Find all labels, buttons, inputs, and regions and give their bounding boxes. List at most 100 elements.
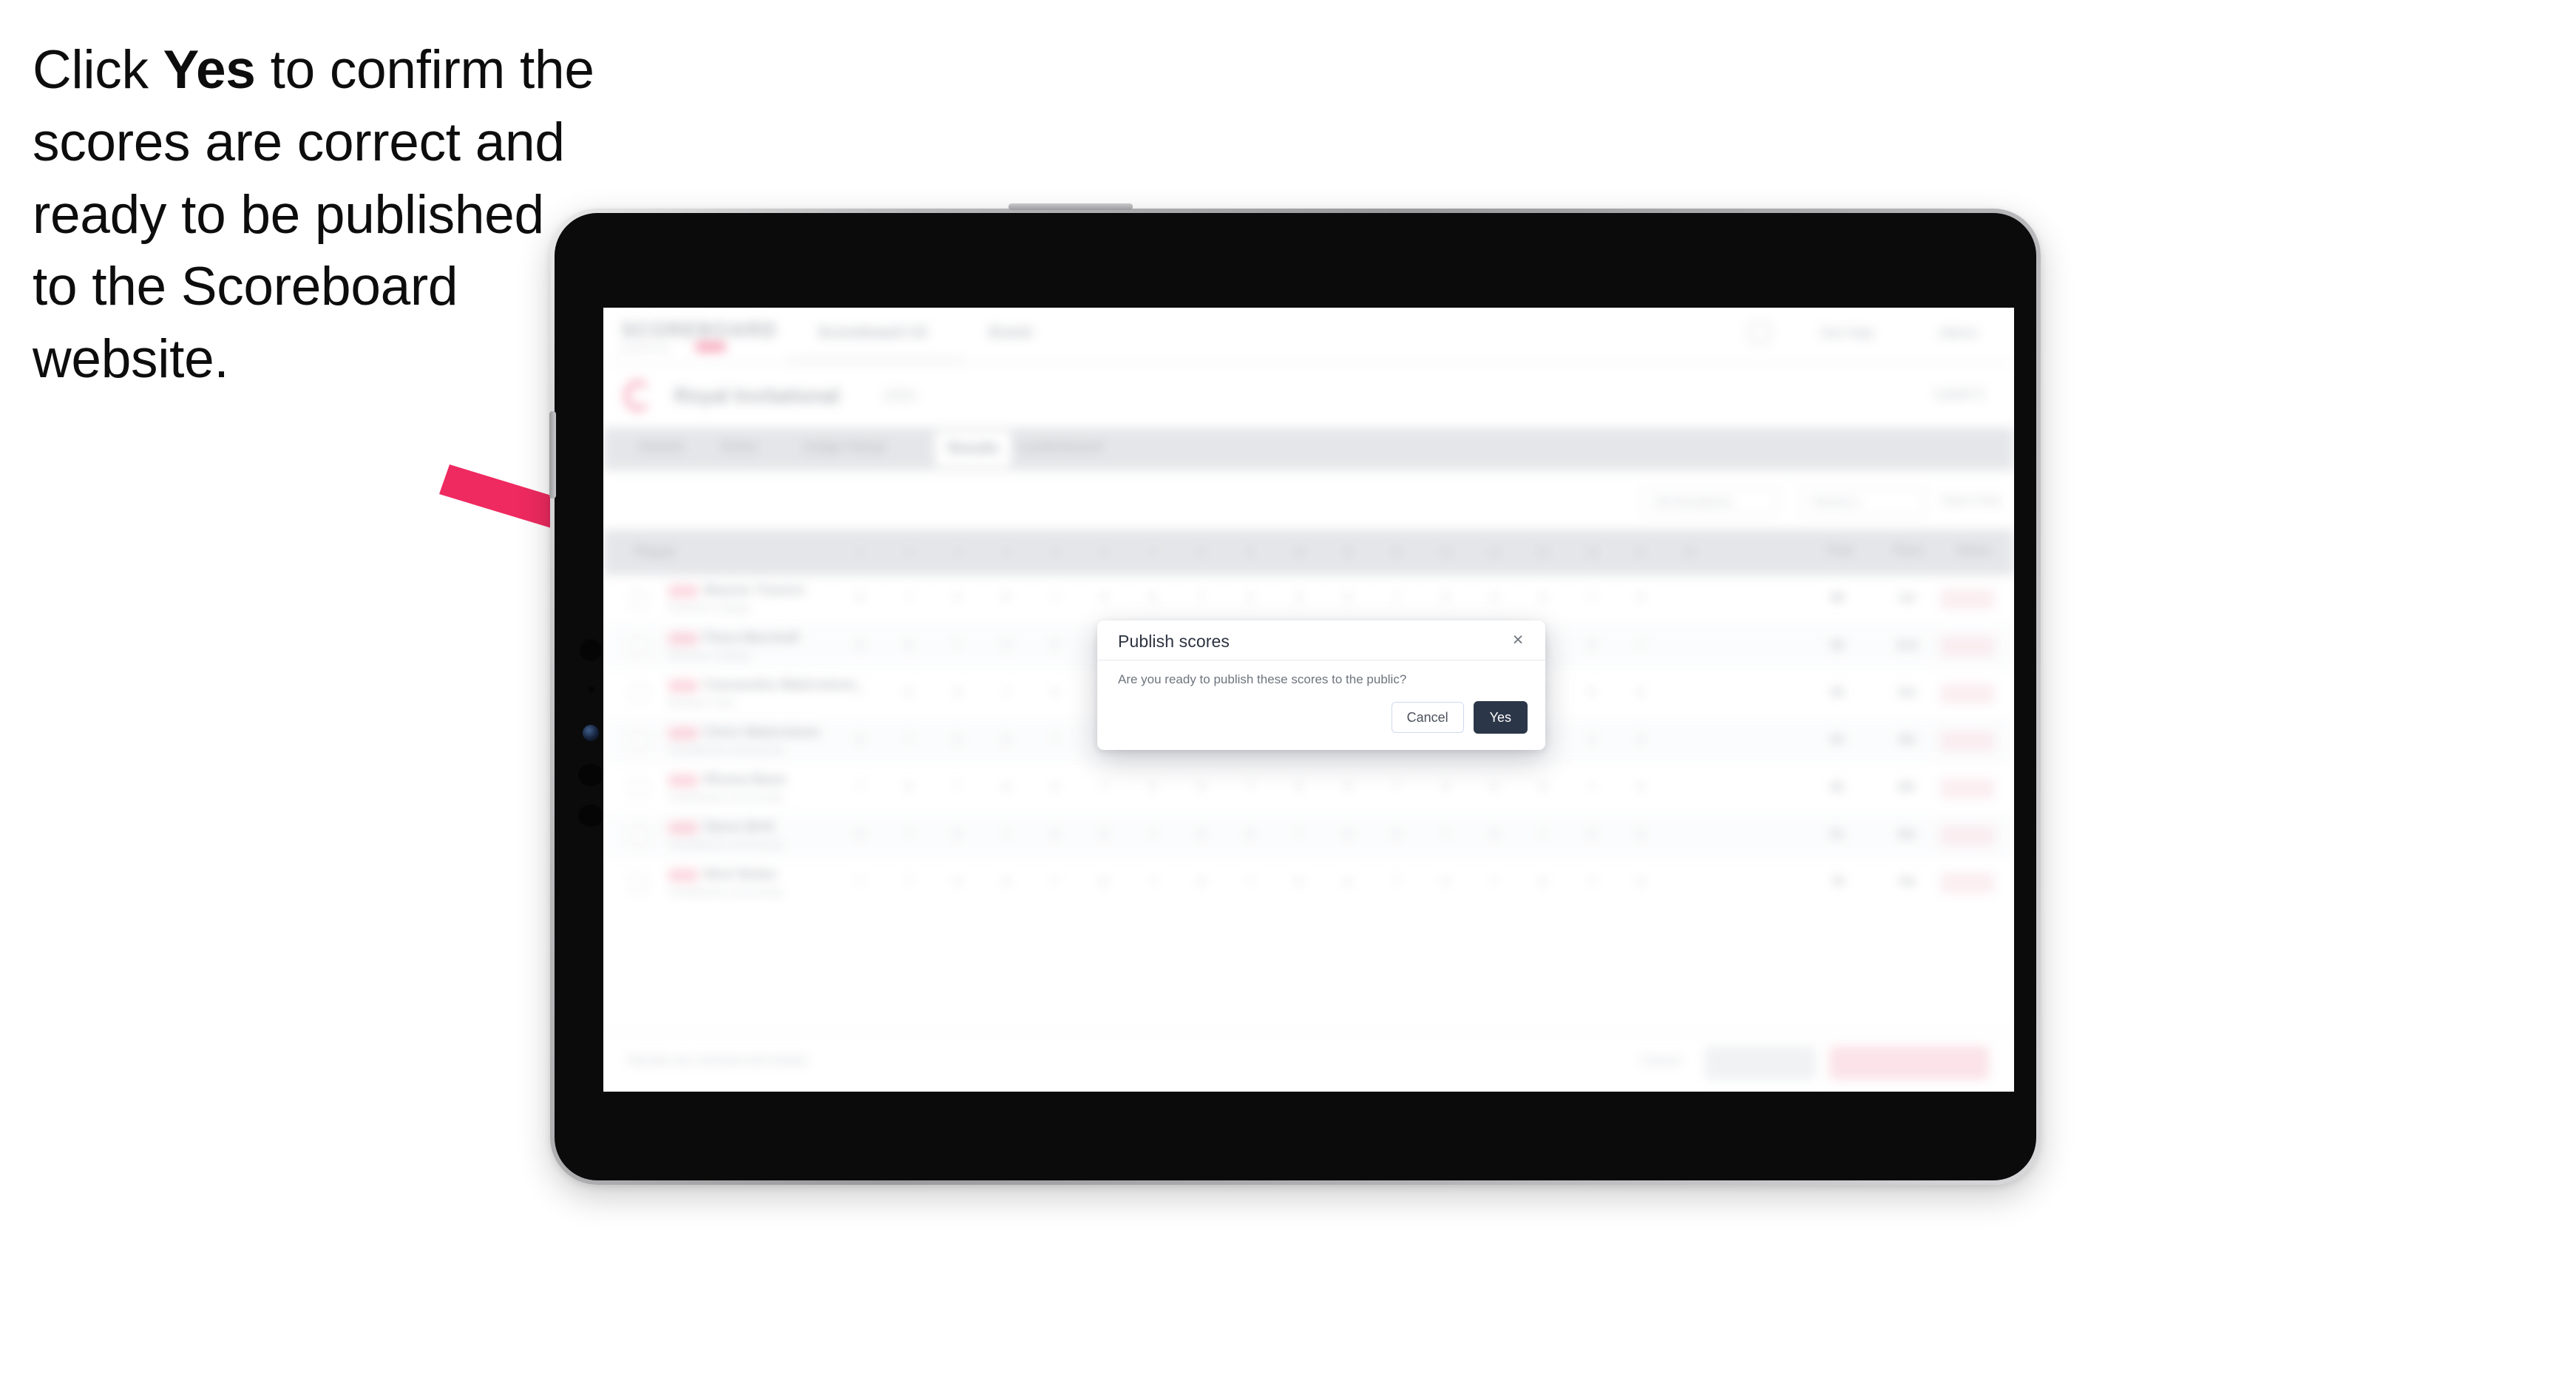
score-cell[interactable]: 8 — [1140, 592, 1165, 605]
score-cell[interactable]: 7 — [1140, 828, 1165, 842]
score-cell[interactable]: 7 — [1579, 876, 1604, 889]
score-cell[interactable]: 8 — [1579, 828, 1604, 842]
score-cell[interactable]: 7 — [847, 781, 872, 794]
score-cell[interactable]: 7 — [945, 639, 970, 652]
score-cell[interactable]: 8 — [1335, 876, 1360, 889]
score-cell[interactable]: 7 — [994, 828, 1019, 842]
score-cell[interactable]: 7 — [1043, 592, 1068, 605]
score-cell[interactable]: 7 — [994, 686, 1019, 700]
score-cell[interactable]: 8 — [994, 781, 1019, 794]
yes-button[interactable]: Yes — [1473, 701, 1528, 734]
footer-publish-button[interactable] — [1829, 1046, 1989, 1080]
score-cell[interactable]: 8 — [1043, 781, 1068, 794]
table-row[interactable]: Maxine Travers Riverton College 8 7 9 8 7 9 8 7 9 8… — [603, 575, 2014, 623]
score-cell[interactable]: 9 — [1238, 592, 1263, 605]
score-cell[interactable]: 8 — [1531, 592, 1556, 605]
score-cell[interactable]: 9 — [945, 592, 970, 605]
score-cell[interactable]: 8 — [1628, 828, 1653, 842]
score-cell[interactable]: 7 — [1384, 876, 1409, 889]
score-cell[interactable]: 7 — [1531, 828, 1556, 842]
score-cell[interactable]: 9 — [1482, 592, 1507, 605]
tab-details[interactable]: Details — [639, 439, 685, 456]
score-cell[interactable]: 7 — [1384, 781, 1409, 794]
apps-grid-icon[interactable] — [1749, 322, 1770, 343]
nav-link-admin[interactable]: Admin — [1939, 325, 1977, 341]
score-cell[interactable]: 8 — [1579, 639, 1604, 652]
score-cell[interactable]: 7 — [945, 781, 970, 794]
table-row[interactable]: Steve Britt Southlands Community 8 7 8 7 8 8 7 8 8… — [603, 812, 2014, 859]
discipline-select[interactable]: All Disciplines — [1643, 487, 1777, 516]
score-cell[interactable]: 7 — [1091, 781, 1116, 794]
score-cell[interactable]: 8 — [994, 876, 1019, 889]
score-cell[interactable]: 8 — [1238, 828, 1263, 842]
score-cell[interactable]: 8 — [1628, 734, 1653, 747]
round-select[interactable]: Round 1 — [1801, 487, 1925, 516]
score-cell[interactable]: 8 — [847, 592, 872, 605]
footer-save-button[interactable] — [1705, 1046, 1816, 1080]
score-cell[interactable]: 8 — [1628, 876, 1653, 889]
score-cell[interactable]: 7 — [1238, 876, 1263, 889]
score-cell[interactable]: 9 — [1335, 592, 1360, 605]
cancel-button[interactable]: Cancel — [1391, 702, 1464, 733]
score-cell[interactable]: 7 — [1579, 592, 1604, 605]
sort-select-value[interactable]: Team Only — [1941, 493, 2001, 508]
score-cell[interactable]: 8 — [1628, 781, 1653, 794]
score-cell[interactable]: 8 — [1091, 876, 1116, 889]
score-cell[interactable]: 7 — [1140, 876, 1165, 889]
nav-link-scoreboard[interactable]: Scoreboard V2 — [818, 324, 927, 342]
score-cell[interactable]: 7 — [1189, 592, 1214, 605]
score-cell[interactable]: 9 — [1628, 592, 1653, 605]
score-cell[interactable]: 9 — [1043, 686, 1068, 700]
score-cell[interactable]: 8 — [847, 828, 872, 842]
score-cell[interactable]: 7 — [896, 592, 921, 605]
nav-link-get-help[interactable]: Get Help — [1821, 325, 1874, 341]
table-row[interactable]: Rhona Bann Southlands Community 7 8 7 8 8 7 9 8 7 8… — [603, 765, 2014, 812]
score-cell[interactable]: 8 — [1384, 828, 1409, 842]
score-cell[interactable]: 7 — [1579, 781, 1604, 794]
close-icon[interactable]: × — [1505, 627, 1531, 652]
score-cell[interactable]: 9 — [1579, 734, 1604, 747]
score-cell[interactable]: 8 — [1433, 592, 1458, 605]
score-cell[interactable]: 8 — [896, 781, 921, 794]
row-checkbox[interactable] — [630, 685, 648, 703]
score-cell[interactable]: 7 — [896, 734, 921, 747]
score-cell[interactable]: 7 — [1043, 734, 1068, 747]
row-checkbox[interactable] — [630, 732, 648, 750]
score-cell[interactable]: 7 — [1384, 592, 1409, 605]
score-cell[interactable]: 8 — [994, 592, 1019, 605]
score-cell[interactable]: 7 — [896, 828, 921, 842]
score-cell[interactable]: 7 — [1287, 828, 1312, 842]
score-cell[interactable]: 7 — [847, 686, 872, 700]
score-cell[interactable]: 8 — [994, 734, 1019, 747]
score-cell[interactable]: 8 — [1531, 781, 1556, 794]
score-cell[interactable]: 8 — [1531, 876, 1556, 889]
score-cell[interactable]: 8 — [1287, 876, 1312, 889]
score-cell[interactable]: 8 — [945, 686, 970, 700]
score-cell[interactable]: 8 — [847, 639, 872, 652]
score-cell[interactable]: 7 — [1238, 781, 1263, 794]
score-cell[interactable]: 8 — [1189, 876, 1214, 889]
score-cell[interactable]: 7 — [1482, 876, 1507, 889]
score-cell[interactable]: 9 — [1140, 781, 1165, 794]
score-cell[interactable]: 7 — [896, 876, 921, 889]
score-cell[interactable]: 8 — [847, 734, 872, 747]
score-cell[interactable]: 7 — [1043, 876, 1068, 889]
tab-entry[interactable]: Entry — [722, 439, 758, 456]
score-cell[interactable]: 8 — [945, 734, 970, 747]
score-cell[interactable]: 8 — [1628, 686, 1653, 700]
tab-judge-setup[interactable]: Judge Setup — [801, 439, 886, 456]
row-checkbox[interactable] — [630, 638, 648, 655]
score-cell[interactable]: 8 — [1579, 686, 1604, 700]
score-cell[interactable]: 8 — [1335, 828, 1360, 842]
footer-cancel-link[interactable]: Cancel — [1641, 1053, 1680, 1068]
nav-link-event[interactable]: Event — [989, 324, 1031, 342]
table-row[interactable]: Nick Nolan Southlands Community 7 7 8 8 7 8 7 8 7 8… — [603, 859, 2014, 907]
tab-results[interactable]: Results — [948, 441, 999, 457]
score-cell[interactable]: 8 — [1091, 828, 1116, 842]
row-checkbox[interactable] — [630, 874, 648, 892]
score-cell[interactable]: 8 — [945, 828, 970, 842]
row-checkbox[interactable] — [630, 590, 648, 608]
score-cell[interactable]: 8 — [1482, 781, 1507, 794]
score-cell[interactable]: 7 — [1628, 639, 1653, 652]
score-cell[interactable]: 8 — [1335, 781, 1360, 794]
